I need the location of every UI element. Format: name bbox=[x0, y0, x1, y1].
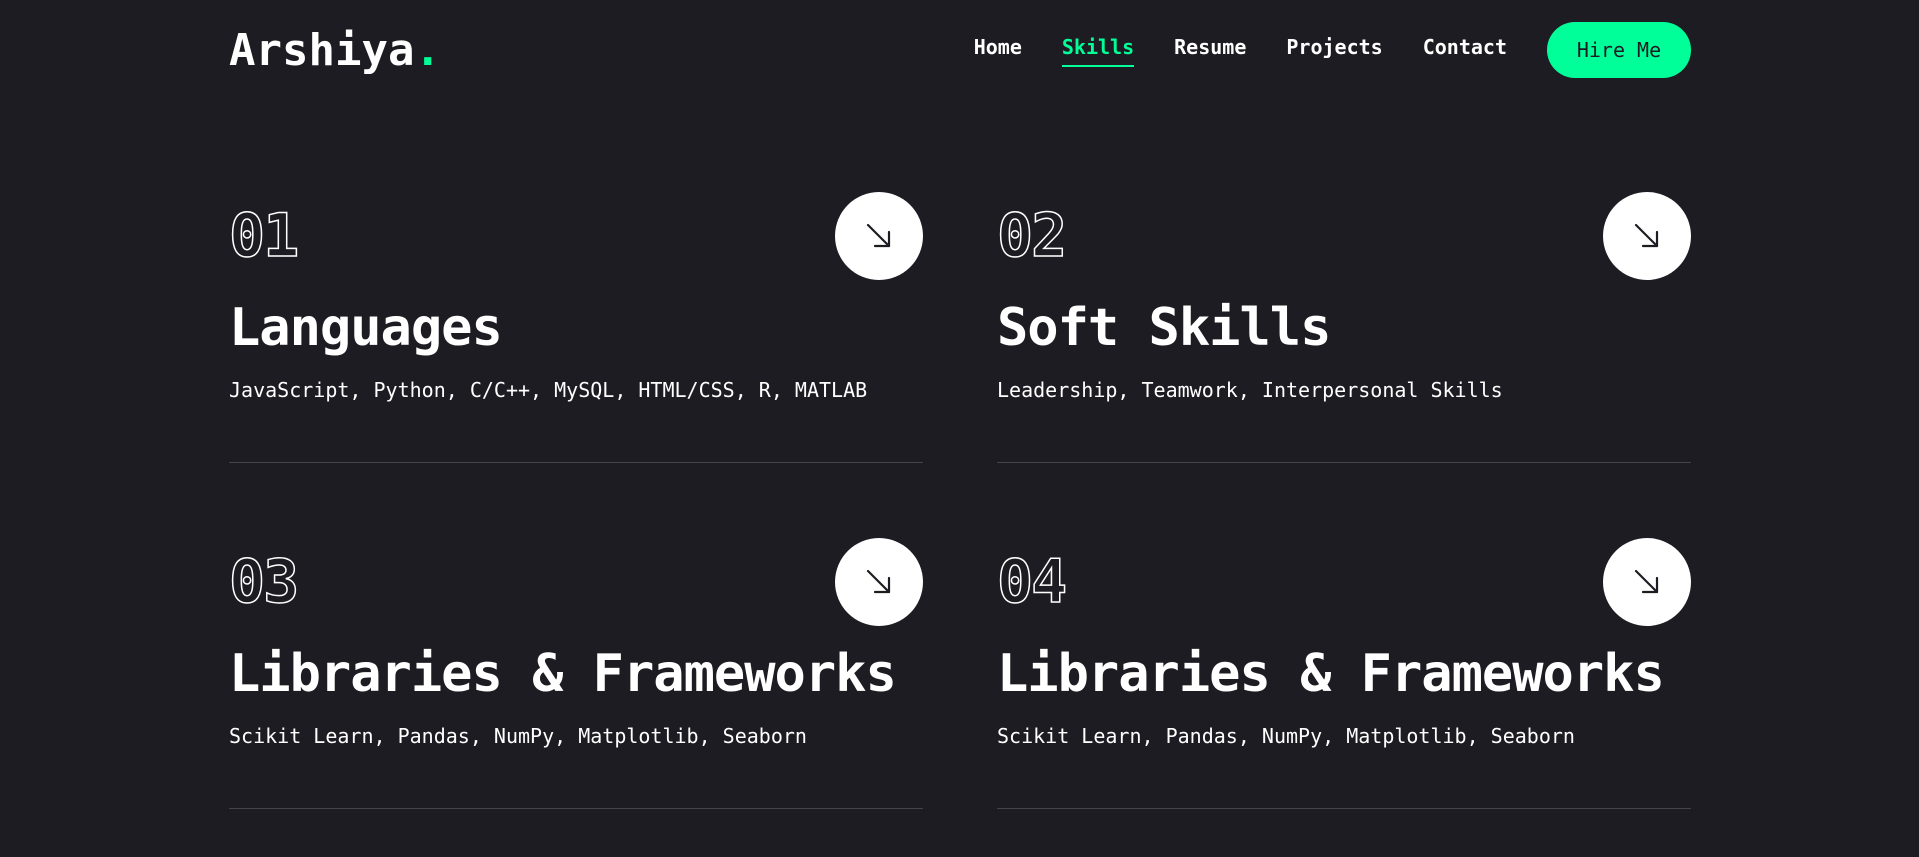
nav-resume[interactable]: Resume bbox=[1174, 35, 1246, 67]
card-title: Languages bbox=[229, 298, 503, 358]
logo[interactable]: Arshiya. bbox=[229, 25, 441, 76]
card-divider bbox=[229, 808, 923, 809]
card-top: 04 bbox=[996, 538, 1691, 626]
skill-card-libraries-1: 03 Libraries & Frameworks Scikit Learn, … bbox=[228, 538, 923, 857]
card-arrow-button[interactable] bbox=[835, 538, 923, 626]
card-number: 01 bbox=[228, 201, 300, 271]
nav-home[interactable]: Home bbox=[974, 35, 1022, 67]
card-description: Leadership, Teamwork, Interpersonal Skil… bbox=[997, 378, 1503, 402]
arrow-down-right-icon bbox=[1634, 569, 1659, 594]
card-top: 01 bbox=[228, 192, 923, 280]
main-nav: Home Skills Resume Projects Contact Hire… bbox=[934, 22, 1691, 78]
card-title: Libraries & Frameworks bbox=[997, 644, 1665, 704]
logo-dot: . bbox=[414, 24, 441, 76]
card-arrow-button[interactable] bbox=[835, 192, 923, 280]
arrow-down-right-icon bbox=[1634, 223, 1659, 248]
nav-projects[interactable]: Projects bbox=[1286, 35, 1382, 67]
card-number: 02 bbox=[996, 201, 1068, 271]
card-top: 03 bbox=[228, 538, 923, 626]
nav-skills[interactable]: Skills bbox=[1061, 35, 1135, 67]
arrow-down-right-icon bbox=[866, 223, 891, 248]
card-number: 03 bbox=[228, 547, 300, 617]
page: Arshiya. Home Skills Resume Projects Con… bbox=[0, 0, 1919, 857]
card-arrow-button[interactable] bbox=[1603, 192, 1691, 280]
skills-grid: 01 Languages JavaScript, Python, C/C++, … bbox=[228, 192, 1691, 857]
card-divider bbox=[997, 462, 1691, 463]
card-description: Scikit Learn, Pandas, NumPy, Matplotlib,… bbox=[997, 724, 1575, 748]
skill-card-libraries-2: 04 Libraries & Frameworks Scikit Learn, … bbox=[996, 538, 1691, 857]
card-top: 02 bbox=[996, 192, 1691, 280]
card-title: Soft Skills bbox=[997, 298, 1331, 358]
card-description: Scikit Learn, Pandas, NumPy, Matplotlib,… bbox=[229, 724, 807, 748]
card-number: 04 bbox=[996, 547, 1068, 617]
card-title: Libraries & Frameworks bbox=[229, 644, 897, 704]
card-divider bbox=[997, 808, 1691, 809]
skill-card-soft-skills: 02 Soft Skills Leadership, Teamwork, Int… bbox=[996, 192, 1691, 538]
site-header: Arshiya. Home Skills Resume Projects Con… bbox=[229, 22, 1691, 78]
card-arrow-button[interactable] bbox=[1603, 538, 1691, 626]
skill-card-languages: 01 Languages JavaScript, Python, C/C++, … bbox=[228, 192, 923, 538]
arrow-down-right-icon bbox=[866, 569, 891, 594]
logo-text: Arshiya bbox=[229, 24, 415, 76]
card-description: JavaScript, Python, C/C++, MySQL, HTML/C… bbox=[229, 378, 868, 402]
card-divider bbox=[229, 462, 923, 463]
hire-me-button[interactable]: Hire Me bbox=[1547, 22, 1691, 78]
nav-contact[interactable]: Contact bbox=[1423, 35, 1507, 67]
